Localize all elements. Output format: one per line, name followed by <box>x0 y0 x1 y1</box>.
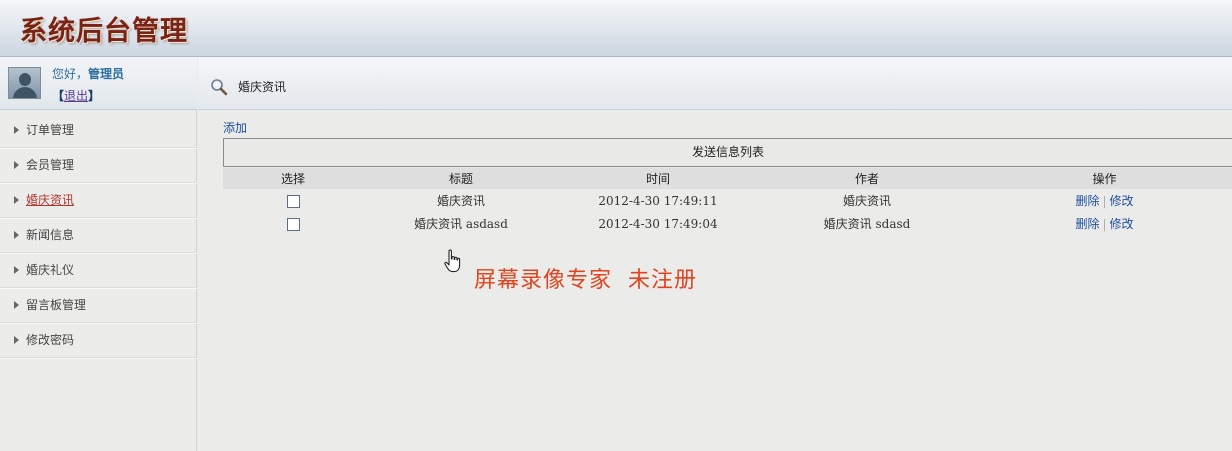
logout-wrapper: 【退出】 <box>52 87 100 104</box>
logout-bracket-close: 】 <box>88 89 101 103</box>
sidebar: 您好，管理员 【退出】 订单管理 会员管理 婚庆资讯 新闻信息 婚庆礼仪 留言板… <box>0 57 197 451</box>
chevron-right-icon <box>14 231 19 239</box>
title-cell: 婚庆资讯 asdasd <box>414 217 508 231</box>
main-content: 婚庆资讯 添加 发送信息列表 选择 标题 时间 作者 操作 婚庆资讯 2012-… <box>198 57 1232 451</box>
edit-button[interactable]: 修改 <box>1110 217 1134 231</box>
chevron-right-icon <box>14 196 19 204</box>
edit-button[interactable]: 修改 <box>1110 194 1134 208</box>
sidebar-item-wedding-news[interactable]: 婚庆资讯 <box>0 183 197 218</box>
table-header-row: 选择 标题 时间 作者 操作 <box>223 168 1232 189</box>
sidebar-item-label: 婚庆资讯 <box>26 193 75 207</box>
action-separator: | <box>1102 217 1107 231</box>
sidebar-item-label: 婚庆礼仪 <box>26 263 75 277</box>
row-checkbox[interactable] <box>286 194 300 208</box>
column-header-actions: 操作 <box>977 168 1232 189</box>
list-caption: 发送信息列表 <box>223 138 1232 167</box>
breadcrumb: 婚庆资讯 <box>198 57 1232 110</box>
sidebar-nav: 订单管理 会员管理 婚庆资讯 新闻信息 婚庆礼仪 留言板管理 修改密码 <box>0 113 197 358</box>
sidebar-item-wedding-etiquette[interactable]: 婚庆礼仪 <box>0 253 197 288</box>
hand-pointer-icon <box>444 249 461 273</box>
app-title: 系统后台管理 <box>20 16 188 47</box>
app-header: 系统后台管理 <box>0 0 1232 57</box>
time-cell: 2012-4-30 17:49:04 <box>598 216 718 231</box>
row-checkbox[interactable] <box>286 217 300 231</box>
message-table: 选择 标题 时间 作者 操作 婚庆资讯 2012-4-30 17:49:11 婚… <box>223 168 1232 235</box>
sidebar-item-label: 修改密码 <box>26 333 75 347</box>
author-cell: 婚庆资讯 <box>842 194 891 208</box>
sidebar-item-change-password[interactable]: 修改密码 <box>0 323 197 358</box>
chevron-right-icon <box>14 126 19 134</box>
logout-bracket-open: 【 <box>52 89 65 103</box>
sidebar-item-label: 留言板管理 <box>26 298 87 312</box>
add-button[interactable]: 添加 <box>223 119 247 136</box>
column-header-author: 作者 <box>757 168 977 189</box>
user-panel: 您好，管理员 【退出】 <box>0 57 197 110</box>
chevron-right-icon <box>14 161 19 169</box>
delete-button[interactable]: 删除 <box>1075 217 1099 231</box>
greeting-prefix: 您好， <box>52 67 89 81</box>
author-cell: 婚庆资讯 sdasd <box>823 217 911 231</box>
recorder-watermark: 屏幕录像专家 未注册 <box>474 268 697 293</box>
avatar <box>8 67 41 99</box>
actions-cell: 删除 | 修改 <box>977 189 1232 212</box>
sidebar-item-label: 会员管理 <box>26 158 75 172</box>
action-separator: | <box>1102 194 1107 208</box>
search-icon <box>211 79 228 96</box>
sidebar-item-label: 订单管理 <box>26 123 75 137</box>
chevron-right-icon <box>14 266 19 274</box>
sidebar-item-label: 新闻信息 <box>26 228 75 242</box>
delete-button[interactable]: 删除 <box>1075 194 1099 208</box>
sidebar-item-orders[interactable]: 订单管理 <box>0 113 197 148</box>
column-header-time: 时间 <box>559 168 757 189</box>
table-row: 婚庆资讯 2012-4-30 17:49:11 婚庆资讯 删除 | 修改 <box>223 189 1232 212</box>
select-cell <box>223 212 363 235</box>
sidebar-item-members[interactable]: 会员管理 <box>0 148 197 183</box>
sidebar-item-news[interactable]: 新闻信息 <box>0 218 197 253</box>
chevron-right-icon <box>14 336 19 344</box>
select-cell <box>223 189 363 212</box>
actions-cell: 删除 | 修改 <box>977 212 1232 235</box>
chevron-right-icon <box>14 301 19 309</box>
user-name: 管理员 <box>88 67 125 81</box>
user-greeting: 您好，管理员 <box>52 65 124 82</box>
logout-link[interactable]: 退出 <box>64 89 88 103</box>
sidebar-item-guestbook[interactable]: 留言板管理 <box>0 288 197 323</box>
table-row: 婚庆资讯 asdasd 2012-4-30 17:49:04 婚庆资讯 sdas… <box>223 212 1232 235</box>
time-cell: 2012-4-30 17:49:11 <box>598 193 718 208</box>
column-header-select: 选择 <box>223 168 363 189</box>
title-cell: 婚庆资讯 <box>436 194 485 208</box>
page-title: 婚庆资讯 <box>238 80 287 94</box>
column-header-title: 标题 <box>363 168 559 189</box>
